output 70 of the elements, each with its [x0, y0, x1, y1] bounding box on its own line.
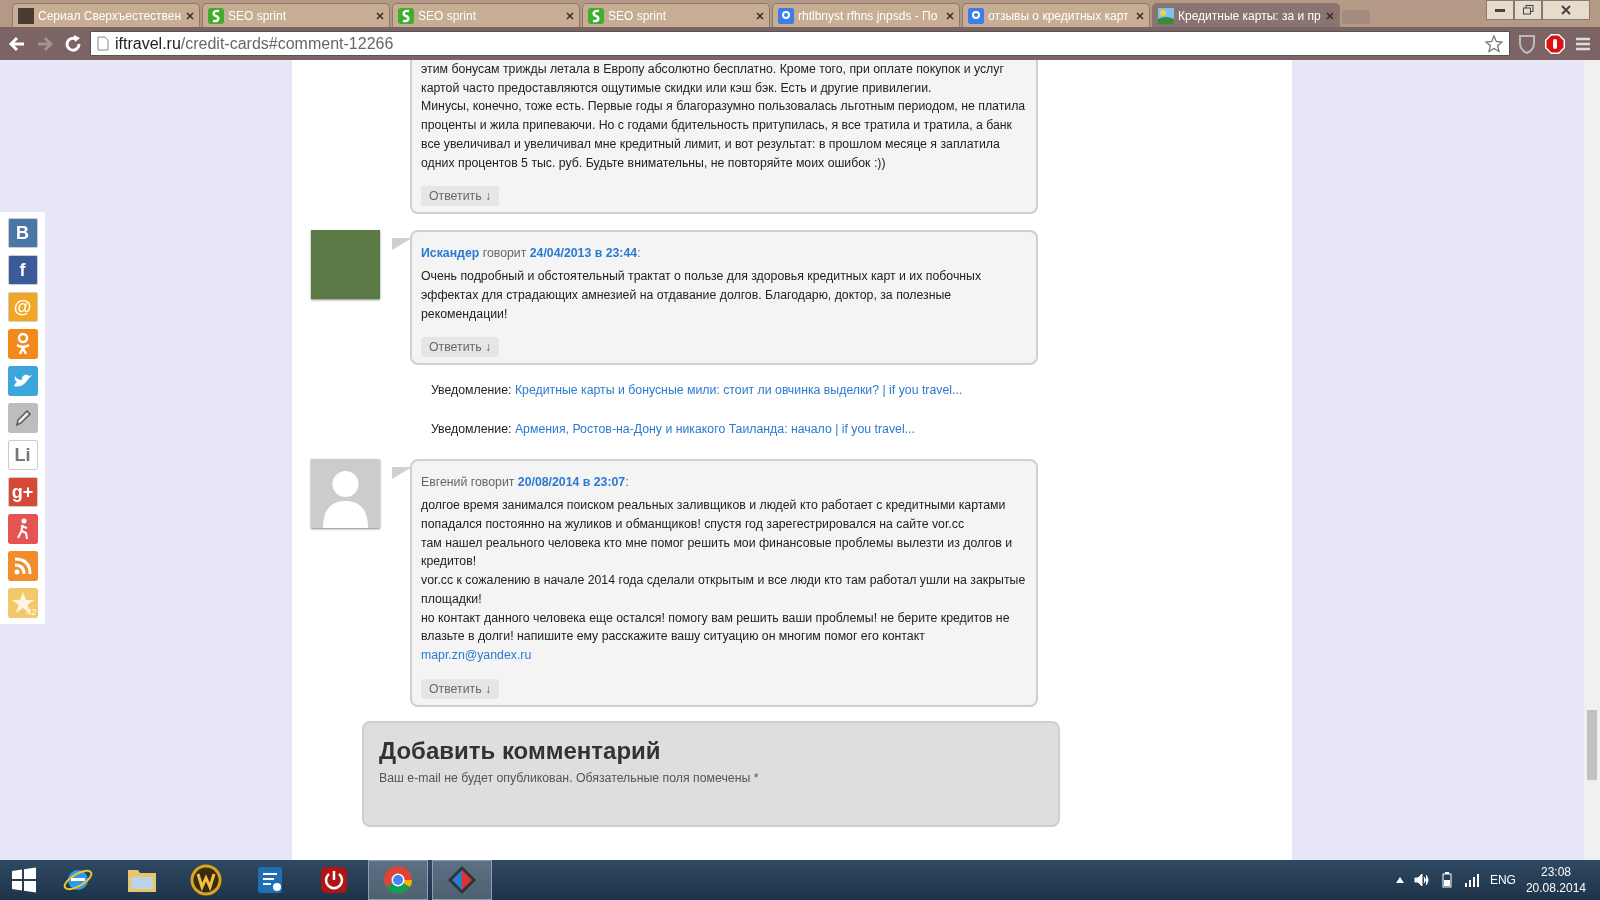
url-text: iftravel.ru/credit-cards#comment-12266 — [115, 34, 394, 53]
share-letter-button[interactable]: g+ — [7, 477, 38, 507]
document-icon — [258, 867, 282, 893]
diamond-icon — [448, 866, 476, 894]
share-bird-icon[interactable] — [7, 366, 38, 396]
author-link[interactable]: Искандер — [421, 246, 480, 261]
swirl-icon — [398, 7, 414, 24]
scrollbar-thumb[interactable] — [1587, 710, 1597, 780]
close-icon — [1561, 5, 1571, 15]
tile-icon — [968, 7, 984, 24]
photo-placeholder — [311, 230, 380, 300]
share-letter-button[interactable]: Li — [7, 440, 38, 470]
scrollbar[interactable] — [1584, 60, 1600, 860]
reply-button[interactable]: Ответить ↓ — [421, 678, 500, 699]
email-link[interactable]: mapr.zn@yandex.ru — [421, 647, 532, 662]
browser-logo-icon — [384, 866, 412, 894]
form-note: Ваш e-mail не будет опубликован. Обязательные поля помечены * — [379, 770, 760, 785]
clock[interactable]: 23:08 20.08.2014 — [1525, 864, 1586, 896]
restore-button[interactable] — [1514, 0, 1542, 20]
speaker-icon[interactable] — [1413, 873, 1430, 887]
close-icon[interactable] — [186, 11, 194, 20]
close-icon[interactable] — [1326, 11, 1334, 20]
close-icon[interactable] — [756, 11, 764, 20]
emblem-icon — [190, 864, 222, 896]
swirl-icon — [588, 7, 604, 24]
caret-icon[interactable] — [1395, 877, 1404, 883]
form-title: Добавить комментарий — [379, 736, 662, 765]
folder-icon — [128, 870, 156, 892]
share-letter-button[interactable]: f — [7, 255, 38, 285]
stop-sign-icon[interactable] — [1544, 32, 1566, 55]
comment-text: долгое время занимался поиском реальных заливщиков и людей кто работает с кредитными картами попадался постоянно на жуликов и обманщиков! спустя год зарегестрировался на сайте vor.cc там нашел реального человека кто мне помог решить мои финансовые проблемы вылезти из долгов и кредитов! vor.cc к сожалению в начале 2014 года сделали открытым и все люди кто там работал ушли на закрытые площадки! но контакт данного человека еще остался! помогу вам решить ваши проблемы! не берите кредитов не влазьте в долги! напишите ему расскажите вашу ситуацию он многим помог его контакт mapr.zn@yandex.ru — [421, 497, 1026, 664]
landscape-icon — [1158, 7, 1174, 24]
pingback-link[interactable]: Армения, Ростов-на-Дону и никакого Таиланда: начало | if you travel... — [514, 422, 915, 437]
tile-icon — [778, 7, 794, 24]
share-letter-button[interactable]: B — [7, 218, 38, 248]
battery-icon[interactable] — [1439, 872, 1454, 888]
language-indicator[interactable]: ENG — [1489, 873, 1516, 887]
share-figure-icon[interactable] — [7, 514, 38, 544]
close-icon[interactable] — [566, 11, 574, 20]
shield-icon[interactable] — [1516, 32, 1538, 55]
comment-text: этим бонусам трижды летала в Европу абсолютно бесплатно. Кроме того, при оплате покупок и услуг картой часто предоставляются ощутимые скидки или кэш бэк. Есть и другие привилегии. Минусы, конечно, тоже есть. Первые годы я благоразумно пользовалась льготным периодом, не платила проценты и жила припеваючи. Но с годами бдительность притупилась, я все тратила и тратила, а банк все увеличивал и увеличивал мне кредитный лимит, и вот результат: в прошлом месяце я заплатила одних процентов 5 тыс. руб. Будьте внимательны, не повторяйте моих ошибок :)) — [421, 61, 1026, 172]
reply-button[interactable]: Ответить ↓ — [421, 186, 500, 207]
comment-text: Очень подробный и обстоятельный трактат о пользе для здоровья кредитных карт и их побочных эффектах для страдающих амнезией на отдавание долгов. Благодарю, доктор, за полезные рекомендации! — [421, 268, 983, 323]
bookmark-star-icon[interactable] — [1485, 34, 1503, 53]
restore-icon — [1522, 5, 1534, 15]
close-icon[interactable] — [1136, 11, 1144, 20]
minimize-button[interactable] — [1486, 0, 1514, 20]
thumbnail-icon — [18, 7, 34, 24]
share-count: 42 — [26, 607, 37, 617]
windows-logo-icon — [11, 867, 37, 893]
close-icon[interactable] — [946, 11, 954, 20]
browser-tab[interactable]: Кредитные карты: за и пр — [1152, 3, 1340, 27]
page-icon — [97, 36, 109, 51]
pingback-link[interactable]: Кредитные карты и бонусные мили: стоит ли овчинка выделки? | if you travel... — [514, 383, 963, 398]
reply-button[interactable]: Ответить ↓ — [421, 337, 500, 358]
minimize-icon — [1495, 8, 1505, 12]
swirl-icon — [208, 7, 224, 24]
signal-icon[interactable] — [1463, 873, 1480, 887]
close-icon[interactable] — [376, 11, 384, 20]
default-avatar-icon — [311, 459, 380, 529]
comment-meta: Искандер говорит 24/04/2013 в 23:44: — [421, 245, 642, 263]
comment-meta: Евгений говорит 20/08/2014 в 23:07: — [421, 474, 630, 492]
browser-icon — [63, 869, 93, 891]
share-pencil-icon[interactable] — [7, 403, 38, 433]
close-button[interactable] — [1542, 0, 1590, 20]
power-icon — [321, 867, 347, 893]
pingback-notice: Уведомление: Армения, Ростов-на-Дону и никакого Таиланда: начало | if you travel... — [430, 421, 916, 439]
author-name: Евгений — [421, 475, 468, 490]
address-bar[interactable]: iftravel.ru/credit-cards#comment-12266 — [90, 31, 1510, 56]
pingback-notice: Уведомление: Кредитные карты и бонусные мили: стоит ли овчинка выделки? | if you travel... — [430, 382, 964, 400]
